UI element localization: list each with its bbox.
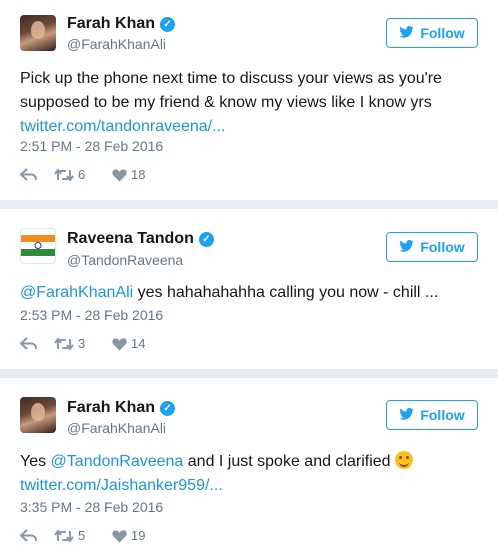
retweet-icon bbox=[54, 167, 74, 182]
follow-button[interactable]: Follow bbox=[386, 400, 478, 430]
tweet-card[interactable]: Raveena Tandon ✓ @TandonRaveena Follow @F… bbox=[0, 209, 498, 369]
tweet-text: Pick up the phone next time to discuss y… bbox=[20, 67, 484, 139]
like-count: 18 bbox=[131, 167, 146, 183]
follow-label: Follow bbox=[420, 25, 465, 41]
author-handle[interactable]: @FarahKhanAli bbox=[67, 36, 166, 52]
reply-icon bbox=[20, 336, 37, 350]
author-name[interactable]: Raveena Tandon ✓ bbox=[67, 230, 214, 248]
bird-icon bbox=[399, 402, 415, 430]
like-button[interactable]: 14 bbox=[112, 335, 145, 351]
author-name-text[interactable]: Farah Khan bbox=[67, 15, 155, 32]
like-button[interactable]: 18 bbox=[112, 166, 145, 182]
like-button[interactable]: 19 bbox=[112, 527, 145, 543]
follow-button[interactable]: Follow bbox=[386, 18, 478, 48]
tweet-timestamp[interactable]: 3:35 PM - 28 Feb 2016 bbox=[20, 499, 163, 515]
like-count: 19 bbox=[131, 528, 146, 544]
heart-icon bbox=[112, 337, 127, 351]
avatar[interactable] bbox=[20, 228, 56, 264]
tweet-timestamp[interactable]: 2:51 PM - 28 Feb 2016 bbox=[20, 138, 163, 154]
retweet-count: 3 bbox=[78, 336, 86, 352]
author-name[interactable]: Farah Khan ✓ bbox=[67, 399, 176, 417]
verified-icon: ✓ bbox=[160, 17, 176, 32]
avatar[interactable] bbox=[20, 397, 56, 433]
tweet-link[interactable]: twitter.com/Jaishanker959/... bbox=[20, 477, 223, 494]
retweet-count: 6 bbox=[78, 167, 86, 183]
retweet-button[interactable]: 5 bbox=[54, 527, 85, 543]
reply-icon bbox=[20, 167, 37, 181]
retweet-count: 5 bbox=[78, 528, 86, 544]
flag-icon bbox=[21, 235, 55, 256]
tweet-text: Yes @TandonRaveena and I just spoke and … bbox=[20, 450, 484, 498]
author-handle[interactable]: @FarahKhanAli bbox=[67, 420, 166, 436]
tweet-card[interactable]: Farah Khan ✓ @FarahKhanAli Follow Pick up… bbox=[0, 0, 498, 200]
follow-label: Follow bbox=[420, 239, 465, 255]
tweet-link[interactable]: twitter.com/tandonraveena/... bbox=[20, 118, 225, 135]
retweet-icon bbox=[54, 336, 74, 351]
like-count: 14 bbox=[131, 336, 146, 352]
retweet-button[interactable]: 3 bbox=[54, 335, 85, 351]
avatar[interactable] bbox=[20, 15, 56, 51]
retweet-button[interactable]: 6 bbox=[54, 166, 85, 182]
reply-button[interactable] bbox=[20, 527, 38, 543]
author-handle[interactable]: @TandonRaveena bbox=[67, 252, 183, 268]
bird-icon bbox=[399, 20, 415, 48]
reply-button[interactable] bbox=[20, 335, 38, 351]
tweet-body-start: Yes bbox=[20, 453, 51, 470]
author-name[interactable]: Farah Khan ✓ bbox=[67, 15, 176, 33]
bird-icon bbox=[399, 234, 415, 262]
verified-icon: ✓ bbox=[198, 232, 214, 247]
tweet-body-end: and I just spoke and clarified bbox=[183, 453, 396, 470]
mention-link[interactable]: @TandonRaveena bbox=[51, 453, 184, 470]
tweet-timestamp[interactable]: 2:53 PM - 28 Feb 2016 bbox=[20, 307, 163, 323]
verified-icon: ✓ bbox=[160, 401, 176, 416]
author-name-text[interactable]: Farah Khan bbox=[67, 399, 155, 416]
follow-button[interactable]: Follow bbox=[386, 232, 478, 262]
smiling-emoji-icon bbox=[395, 451, 414, 469]
tweet-text: @FarahKhanAli yes hahahahahha calling yo… bbox=[20, 281, 484, 305]
reply-button[interactable] bbox=[20, 166, 38, 182]
tweet-body: Pick up the phone next time to discuss y… bbox=[20, 70, 442, 111]
reply-icon bbox=[20, 528, 37, 542]
heart-icon bbox=[112, 168, 127, 182]
retweet-icon bbox=[54, 528, 74, 543]
mention-link[interactable]: @FarahKhanAli bbox=[20, 284, 133, 301]
tweet-card[interactable]: Farah Khan ✓ @FarahKhanAli Follow Yes @Ta… bbox=[0, 378, 498, 557]
author-name-text[interactable]: Raveena Tandon bbox=[67, 230, 194, 247]
heart-icon bbox=[112, 529, 127, 543]
tweet-body: yes hahahahahha calling you now - chill … bbox=[133, 284, 439, 301]
follow-label: Follow bbox=[420, 407, 465, 423]
